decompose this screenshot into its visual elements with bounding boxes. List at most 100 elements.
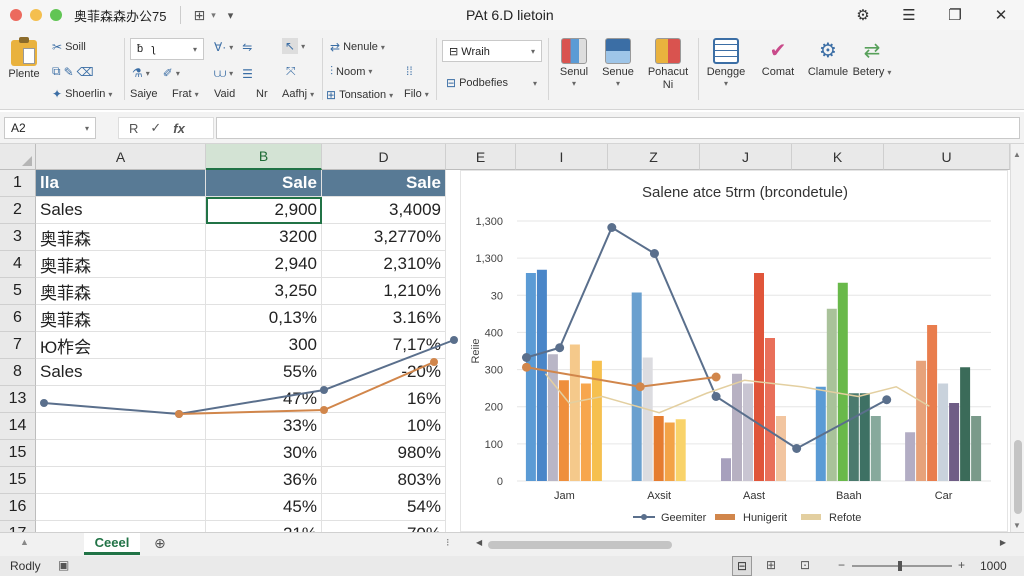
format-button[interactable]: Frat ▾ bbox=[172, 88, 199, 100]
zoom-slider[interactable] bbox=[852, 565, 952, 567]
scroll-tabs-up-icon[interactable]: ▲ bbox=[20, 537, 29, 547]
send-icon bbox=[561, 38, 587, 64]
filo-button[interactable]: Filo ▾ bbox=[404, 88, 429, 100]
vertical-scroll-thumb[interactable] bbox=[1014, 440, 1022, 514]
quick-access-dropdown[interactable]: ▾ bbox=[211, 10, 216, 21]
ribbon-display-icon[interactable]: ☰ bbox=[886, 6, 932, 24]
paste-button[interactable]: Plente bbox=[2, 37, 46, 81]
arrange-button[interactable]: Aafhj ▾ bbox=[282, 88, 314, 100]
minimize-window-dot[interactable] bbox=[30, 9, 42, 21]
betery-button[interactable]: ⇄ Betery ▾ bbox=[850, 36, 894, 79]
copy-icon: ⧉ bbox=[52, 64, 61, 78]
chart-series-point bbox=[882, 395, 892, 405]
comat-button[interactable]: ✔ Comat bbox=[756, 36, 800, 79]
orientation-options[interactable]: ⩊ ▾ ☰ bbox=[214, 66, 253, 81]
style-button[interactable]: Saiye bbox=[130, 88, 158, 100]
sheet-tab[interactable]: Ceeel bbox=[84, 533, 140, 555]
y-tick-label: 100 bbox=[485, 439, 503, 451]
betery-icon: ⇄ bbox=[863, 40, 881, 62]
tab-splitter[interactable]: ⁝ bbox=[446, 536, 450, 549]
chart-series-point bbox=[635, 382, 645, 392]
sheet-series-point bbox=[40, 399, 48, 407]
settings-icon[interactable]: ⚙ bbox=[840, 6, 886, 24]
copy-format-buttons[interactable]: ⧉ ✎ ⌫ bbox=[52, 64, 94, 79]
formula-input[interactable] bbox=[216, 117, 1020, 139]
column-header-j[interactable]: J bbox=[700, 144, 792, 170]
fx-icon[interactable]: fx bbox=[173, 121, 185, 136]
add-sheet-icon[interactable]: ⊕ bbox=[154, 535, 166, 552]
column-header-u[interactable]: U bbox=[884, 144, 1010, 170]
vertical-scrollbar[interactable]: ▲ ▼ bbox=[1010, 144, 1024, 532]
horizontal-scroll-thumb[interactable] bbox=[488, 541, 672, 549]
y-tick-label: 30 bbox=[491, 290, 503, 302]
chart-bar bbox=[938, 383, 949, 481]
comat-icon: ✔ bbox=[769, 40, 787, 62]
zoom-slider-thumb[interactable] bbox=[898, 561, 902, 571]
title-bar: 奥菲森森办公75 ⊞ ▾ ▾ PAt 6.D lietoin ⚙ ☰ ❐ ✕ bbox=[0, 0, 1024, 30]
y-tick-label: 300 bbox=[485, 365, 503, 377]
zoom-out-icon[interactable]: − bbox=[838, 558, 845, 572]
horizontal-scrollbar[interactable]: ◀ ▶ bbox=[476, 538, 1006, 551]
rename-button[interactable]: ⇄ Nenule ▾ bbox=[330, 40, 385, 54]
chart-bar bbox=[837, 282, 848, 481]
column-header-k[interactable]: K bbox=[792, 144, 884, 170]
send-button[interactable]: Senul ▾ bbox=[552, 36, 596, 88]
embedded-chart[interactable]: Salene atce 5trm (brcondetule) 0 100 200 300… bbox=[460, 170, 1008, 532]
legend-swatch-point bbox=[641, 514, 647, 520]
close-icon[interactable]: ✕ bbox=[978, 6, 1024, 24]
clamule-icon: ⚙ bbox=[819, 40, 837, 62]
select-tool[interactable]: ↖ ▾ bbox=[282, 38, 305, 54]
ribbon-divider bbox=[436, 38, 437, 100]
fill-color-button[interactable]: ⚗ ▾ ✐ ▾ bbox=[132, 66, 180, 80]
normal-view-icon[interactable]: ⊟ bbox=[732, 556, 752, 576]
close-window-dot[interactable] bbox=[10, 9, 22, 21]
chart-bar bbox=[525, 273, 536, 481]
y-tick-label: 1,300 bbox=[475, 216, 503, 228]
restore-window-icon[interactable]: ❐ bbox=[932, 6, 978, 24]
orientation-icon: ⩊ bbox=[214, 66, 227, 80]
lines-icon: ☰ bbox=[242, 66, 253, 81]
name-box[interactable]: A2 ▾ bbox=[4, 117, 96, 139]
transaction-button[interactable]: ⊞ Tonsation ▾ bbox=[326, 88, 393, 102]
sheet-series-point bbox=[430, 358, 438, 366]
quick-access-more[interactable]: ▾ bbox=[228, 9, 234, 22]
sheet-series-line-1 bbox=[178, 361, 435, 415]
design-button[interactable]: Dengge ▾ bbox=[704, 36, 748, 88]
layout-icon[interactable]: ⊞ bbox=[193, 7, 205, 24]
clamule-button[interactable]: ⚙ Clamule bbox=[806, 36, 850, 79]
chart-bar bbox=[859, 393, 870, 481]
grid-toggle[interactable]: ⁞⁞ bbox=[406, 64, 413, 78]
cut-button[interactable]: ✂ Soill bbox=[52, 40, 86, 54]
x-tick-label: Axsit bbox=[647, 490, 671, 502]
brush-icon: ✎ bbox=[63, 64, 74, 79]
align-options[interactable]: ∀· ▾ ⇋ bbox=[214, 40, 252, 54]
sheet-line-overlay bbox=[40, 336, 458, 418]
zoom-window-dot[interactable] bbox=[50, 9, 62, 21]
properties-button[interactable]: ⊟ Podbefies ▾ bbox=[446, 76, 537, 90]
confirm-icon[interactable]: ✓ bbox=[150, 120, 161, 136]
cancel-icon[interactable]: R bbox=[129, 121, 138, 136]
chart-bar bbox=[569, 344, 580, 481]
zoom-in-icon[interactable]: + bbox=[958, 558, 965, 572]
page-break-icon[interactable]: ⊡ bbox=[800, 558, 810, 572]
column-header-z[interactable]: Z bbox=[608, 144, 700, 170]
nr-button[interactable]: Nr bbox=[256, 88, 268, 100]
ribbon-divider bbox=[548, 38, 549, 100]
chart-series-point bbox=[711, 372, 721, 382]
column-header-i[interactable]: I bbox=[516, 144, 608, 170]
pohacut-button[interactable]: Pohacut Ni bbox=[646, 36, 690, 92]
font-combo[interactable]: ƀ ʅ ▾ bbox=[130, 38, 204, 60]
macro-record-icon[interactable]: ▣ bbox=[58, 558, 69, 572]
chart-bar bbox=[949, 403, 960, 481]
shoerlin-button[interactable]: ✦ Shoerlin ▾ bbox=[52, 87, 112, 101]
same-button[interactable]: Senue ▾ bbox=[596, 36, 640, 88]
sheet-series-point bbox=[175, 410, 183, 418]
merge-icon: ⇋ bbox=[242, 40, 253, 54]
noom-button[interactable]: ⫶ Noom ▾ bbox=[330, 64, 372, 79]
transform-tool[interactable]: ⤧ bbox=[286, 64, 296, 79]
page-layout-icon[interactable]: ⊞ bbox=[766, 558, 776, 572]
view-button[interactable]: Vaid bbox=[214, 88, 235, 100]
document-title: PAt 6.D lietoin bbox=[466, 7, 554, 23]
wrap-combo[interactable]: ⊟ Wraih ▾ bbox=[442, 40, 542, 62]
chart-bar bbox=[848, 393, 859, 481]
